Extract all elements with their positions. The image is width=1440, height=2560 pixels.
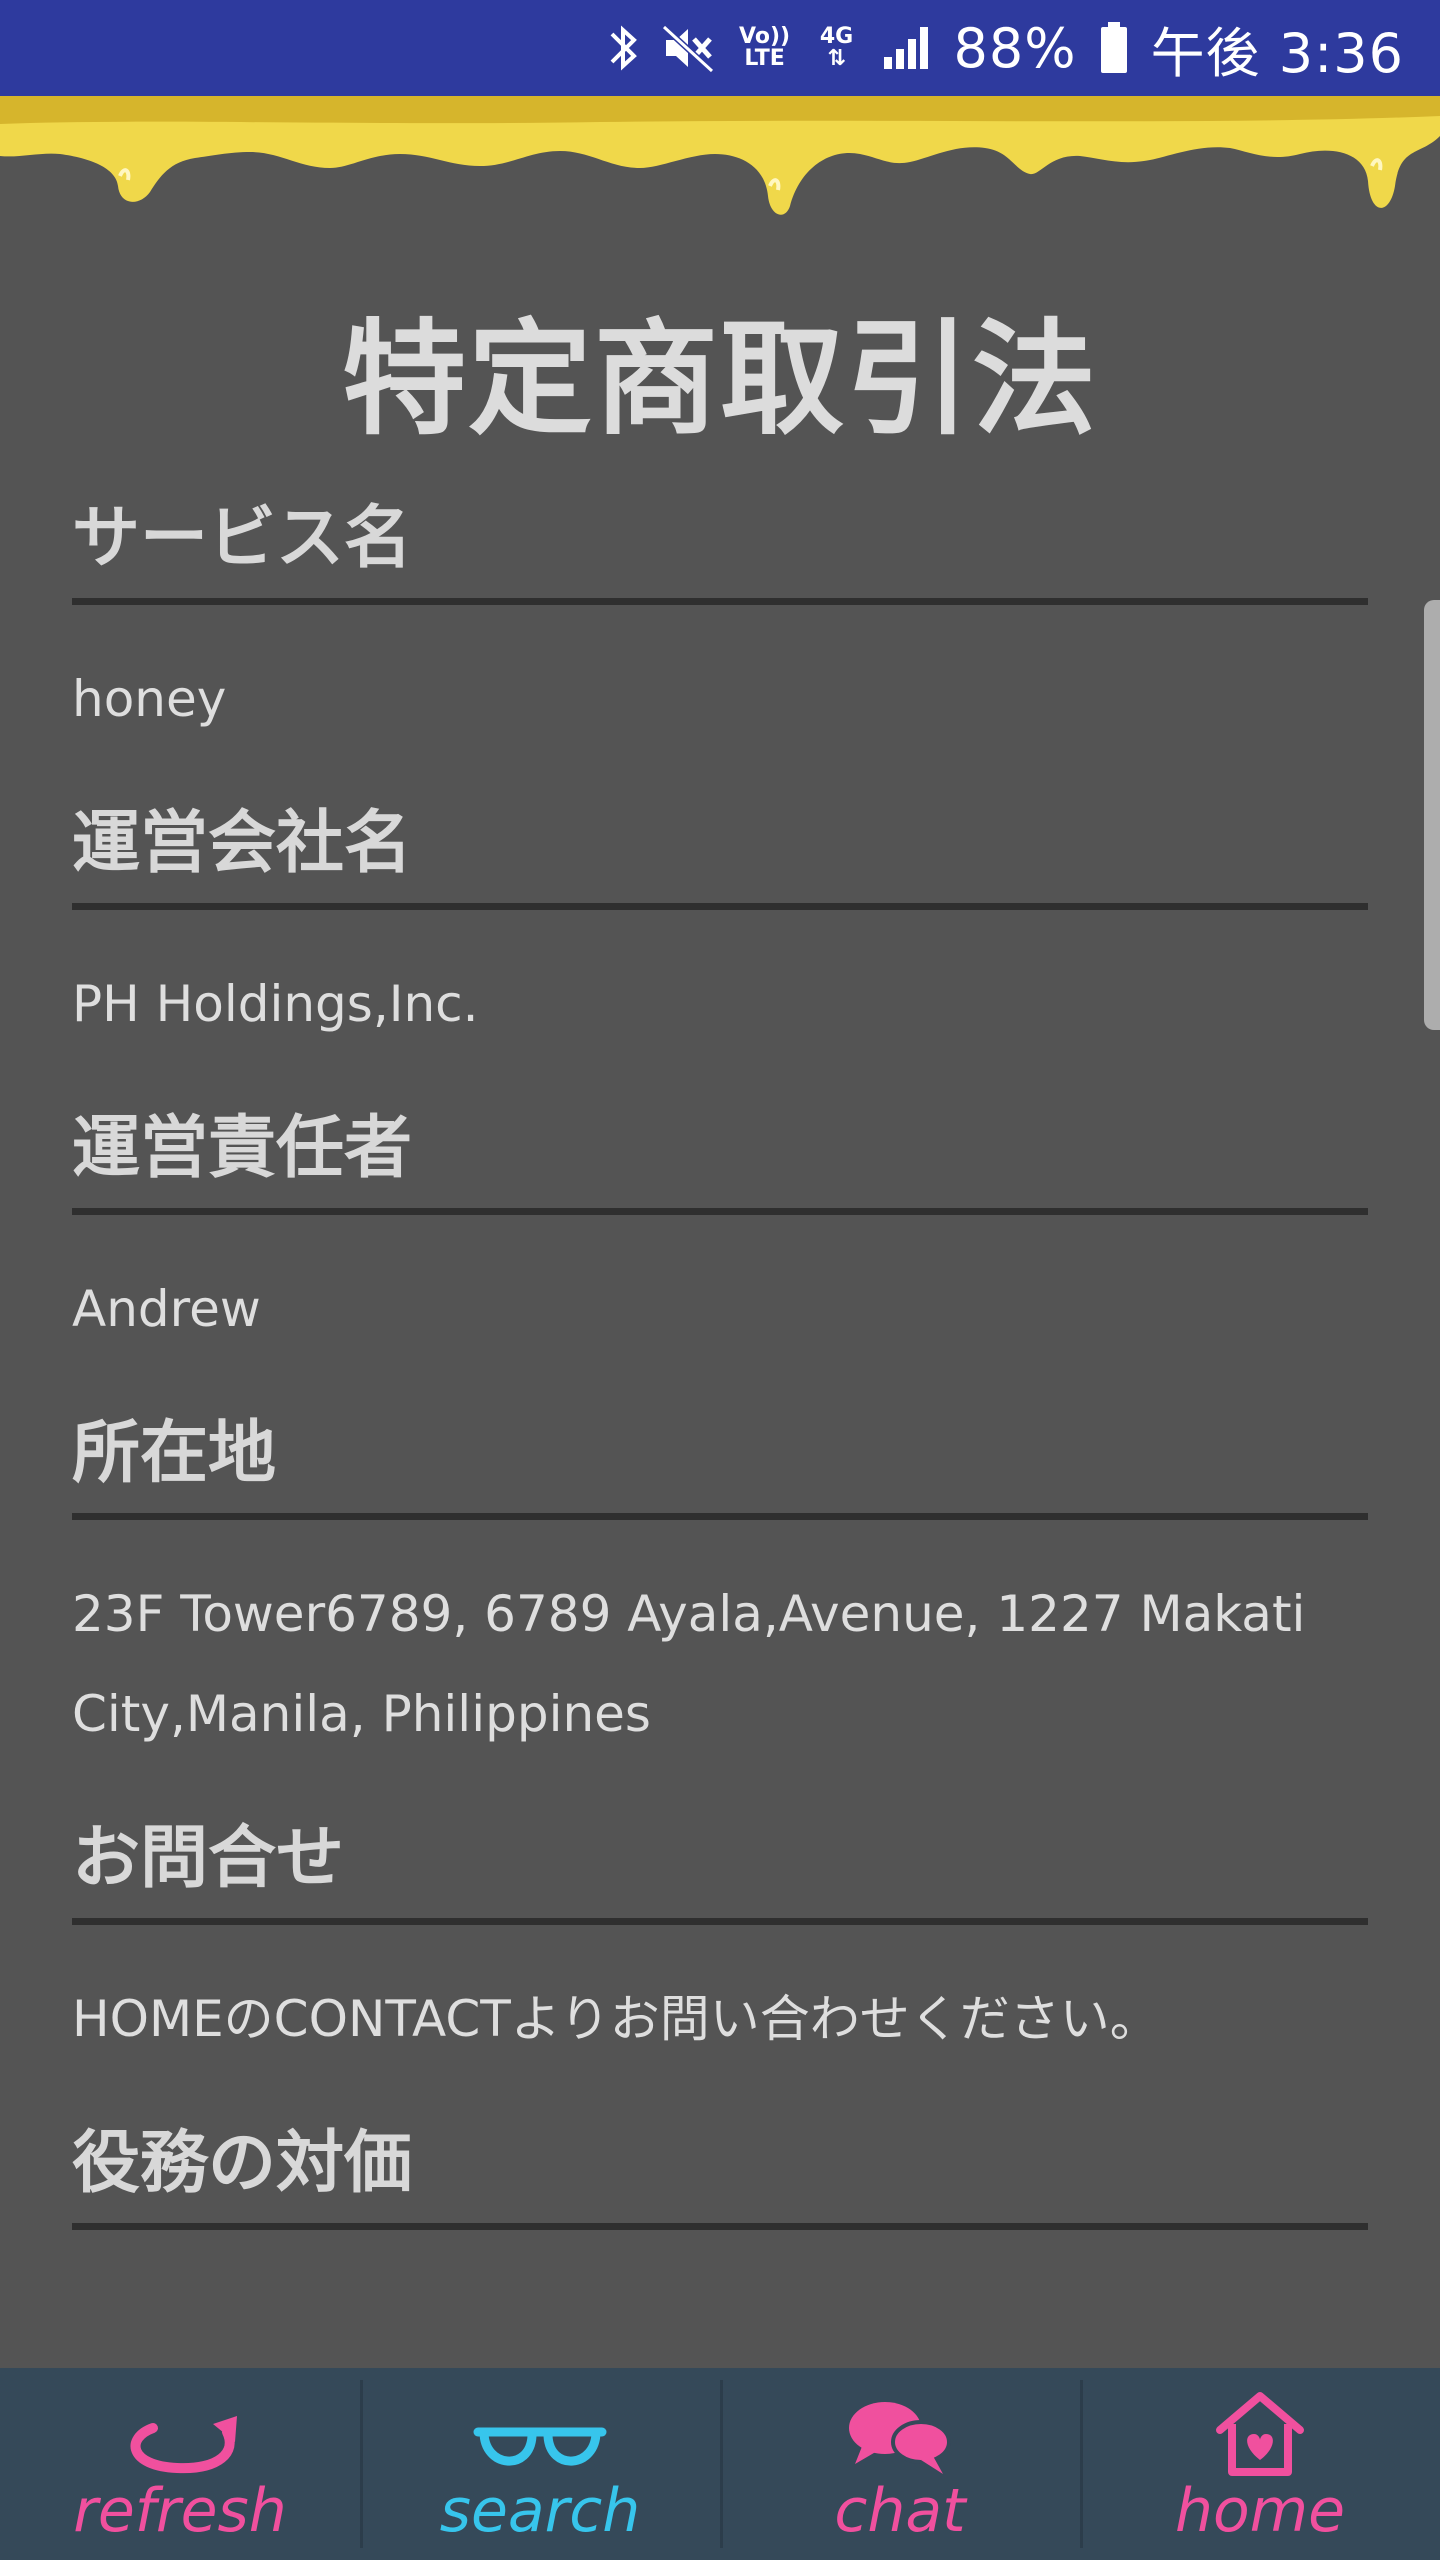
section-value: 23F Tower6789, 6789 Ayala,Avenue, 1227 M… (72, 1585, 1306, 1743)
nav-label: refresh (73, 2476, 287, 2546)
scrollbar-thumb[interactable] (1424, 600, 1440, 1030)
battery-percent: 88% (953, 16, 1077, 80)
nav-label: chat (834, 2476, 966, 2546)
bottom-nav: refresh search chat home (0, 2368, 1440, 2560)
section-value: honey (72, 670, 227, 728)
section-address: 所在地 23F Tower6789, 6789 Ayala,Avenue, 12… (72, 1375, 1368, 1780)
section-heading: 運営責任者 (72, 1070, 1368, 1215)
nav-search-button[interactable]: search (360, 2368, 720, 2560)
nav-label: home (1174, 2476, 1346, 2546)
section-heading: お問合せ (72, 1780, 1368, 1925)
network-4g-icon: 4G ⇅ (819, 24, 854, 71)
section-contact: お問合せ HOMEのCONTACTよりお問い合わせください。 (72, 1780, 1368, 2085)
section-heading: サービス名 (72, 460, 1368, 605)
network-label: 4G (819, 24, 854, 49)
section-value: PH Holdings,Inc. (72, 975, 479, 1033)
refresh-icon (115, 2386, 245, 2478)
section-heading: 運営会社名 (72, 765, 1368, 910)
section-heading: 役務の対価 (72, 2085, 1368, 2230)
nav-chat-button[interactable]: chat (720, 2368, 1080, 2560)
clock: 午後 3:36 (1150, 21, 1404, 85)
bluetooth-icon (606, 18, 640, 78)
section-responsible-person: 運営責任者 Andrew (72, 1070, 1368, 1375)
volte-icon: Vo)) LTE (739, 24, 791, 71)
nav-refresh-button[interactable]: refresh (0, 2368, 360, 2560)
section-service-price: 役務の対価 (72, 2085, 1368, 2230)
section-value: HOMEのCONTACTよりお問い合わせください。 (72, 1990, 1160, 2048)
section-company-name: 運営会社名 PH Holdings,Inc. (72, 765, 1368, 1070)
main-content: 特定商取引法 サービス名 honey 運営会社名 PH Holdings,Inc… (72, 300, 1368, 2230)
section-heading: 所在地 (72, 1375, 1368, 1520)
nav-home-button[interactable]: home (1080, 2368, 1440, 2560)
section-value: Andrew (72, 1280, 261, 1338)
signal-icon (882, 18, 932, 78)
honey-drip-decoration (0, 96, 1440, 215)
chat-bubbles-icon (845, 2386, 955, 2478)
mute-icon (661, 18, 716, 78)
glasses-icon (470, 2386, 610, 2478)
battery-icon (1099, 18, 1129, 78)
home-heart-icon (1210, 2386, 1310, 2478)
page-title: 特定商取引法 (341, 308, 1098, 452)
section-service-name: サービス名 honey (72, 460, 1368, 765)
status-bar: Vo)) LTE 4G ⇅ 88% 午後 3:36 (0, 0, 1440, 96)
nav-label: search (439, 2476, 641, 2546)
